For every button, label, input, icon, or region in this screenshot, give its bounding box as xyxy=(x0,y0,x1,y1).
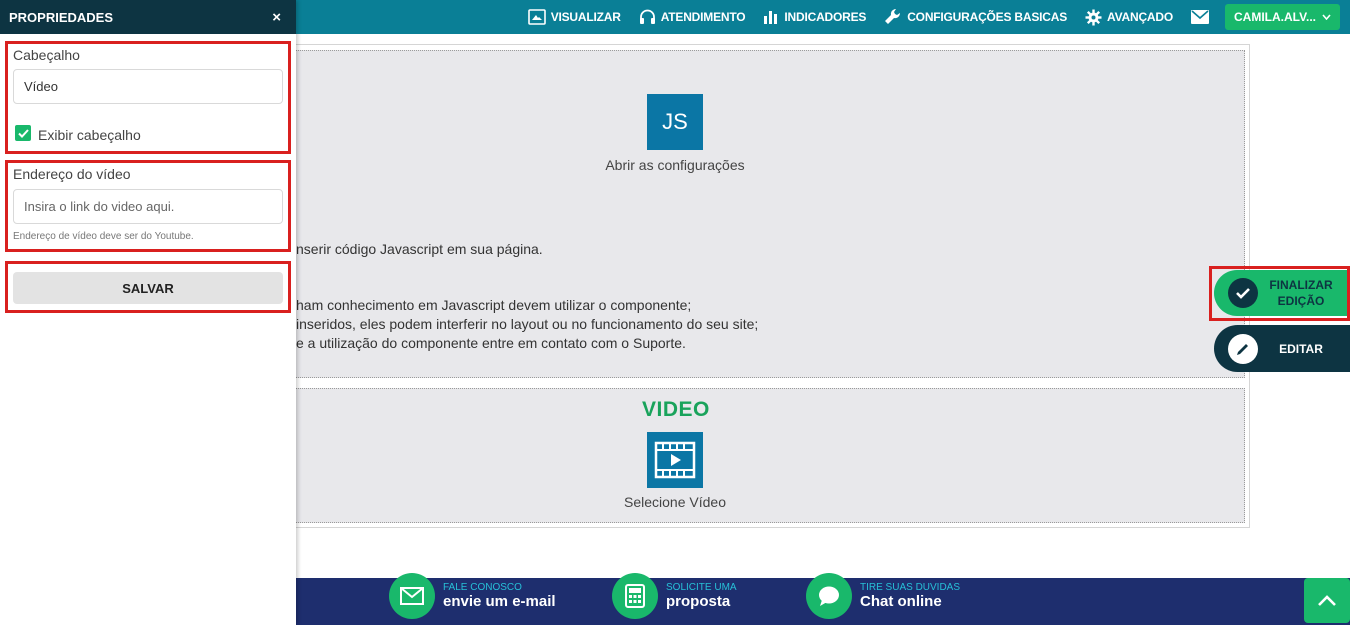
nav-indicadores-label: INDICADORES xyxy=(784,10,867,24)
preview-icon xyxy=(527,9,546,25)
calculator-icon xyxy=(612,573,658,619)
user-name: CAMILA.ALV... xyxy=(1233,10,1316,24)
gear-icon xyxy=(1085,9,1102,25)
chevron-up-icon xyxy=(1318,594,1336,606)
footer-proposal-big: proposta xyxy=(666,593,731,610)
headset-icon xyxy=(639,9,655,24)
highlight-save-section xyxy=(5,261,291,313)
wrench-icon xyxy=(885,8,901,24)
user-menu-button[interactable]: CAMILA.ALV... xyxy=(1224,4,1340,30)
nav-avancado[interactable]: AVANÇADO xyxy=(1085,9,1173,26)
nav-atendimento[interactable]: ATENDIMENTO xyxy=(639,9,746,26)
js-icon-text: JS xyxy=(662,109,688,134)
mail-button[interactable] xyxy=(1190,10,1209,24)
nav-visualizar-label: VISUALIZAR xyxy=(550,10,621,24)
nav-atendimento-label: ATENDIMENTO xyxy=(660,10,746,24)
footer-chat-online[interactable]: TIRE SUAS DUVIDAS Chat online xyxy=(806,573,960,619)
chat-icon xyxy=(806,573,852,619)
mail-icon xyxy=(1190,10,1209,24)
footer-contact-big: envie um e-mail xyxy=(443,593,556,610)
video-film-icon[interactable] xyxy=(647,432,703,488)
nav-configuracoes-basicas[interactable]: CONFIGURAÇÕES BASICAS xyxy=(884,8,1067,26)
video-component-block[interactable] xyxy=(278,388,1245,523)
edit-button[interactable]: EDITAR xyxy=(1214,325,1350,372)
properties-panel-title: PROPRIEDADES xyxy=(9,9,114,25)
js-text-line-2: ham conhecimento em Javascript devem uti… xyxy=(296,297,692,313)
footer-proposal-small: SOLICITE UMA xyxy=(666,582,737,593)
footer-contact-email[interactable]: FALE CONOSCO envie um e-mail xyxy=(389,573,556,619)
nav-visualizar[interactable]: VISUALIZAR xyxy=(527,9,621,25)
pencil-icon xyxy=(1228,333,1258,364)
highlight-header-section xyxy=(5,41,291,154)
js-icon[interactable]: JS xyxy=(647,94,703,150)
properties-panel-header: PROPRIEDADES × xyxy=(0,0,296,34)
footer-mail-icon xyxy=(389,573,435,619)
footer-chat-big: Chat online xyxy=(860,593,942,610)
footer-chat-small: TIRE SUAS DUVIDAS xyxy=(860,582,961,593)
nav-avancado-label: AVANÇADO xyxy=(1107,10,1173,24)
footer-contact-small: FALE CONOSCO xyxy=(443,582,522,593)
film-play-icon xyxy=(654,441,696,479)
js-text-line-4: e a utilização do componente entre em co… xyxy=(296,335,686,351)
video-select-caption[interactable]: Selecione Vídeo xyxy=(600,494,750,510)
properties-panel: PROPRIEDADES × Cabeçalho Exibir cabeçalh… xyxy=(0,0,296,625)
close-icon[interactable]: × xyxy=(272,9,281,26)
nav-indicadores[interactable]: INDICADORES xyxy=(763,9,866,25)
highlight-video-url-section xyxy=(5,160,291,252)
js-text-line-3: inseridos, eles podem interferir no layo… xyxy=(296,316,759,332)
js-text-line-1: nserir código Javascript em sua página. xyxy=(296,241,543,257)
highlight-finish xyxy=(1209,266,1350,321)
bar-chart-icon xyxy=(764,11,778,24)
video-title: VIDEO xyxy=(642,398,710,421)
chevron-down-icon xyxy=(1322,14,1331,20)
edit-label: EDITAR xyxy=(1279,341,1323,356)
back-to-top-button[interactable] xyxy=(1304,578,1350,623)
nav-configuracoes-label: CONFIGURAÇÕES BASICAS xyxy=(907,10,1068,24)
footer-request-proposal[interactable]: SOLICITE UMA proposta xyxy=(612,573,737,619)
top-nav: VISUALIZAR ATENDIMENTO INDICADORES CONFI… xyxy=(527,0,1350,34)
js-config-caption[interactable]: Abrir as configurações xyxy=(595,157,755,173)
